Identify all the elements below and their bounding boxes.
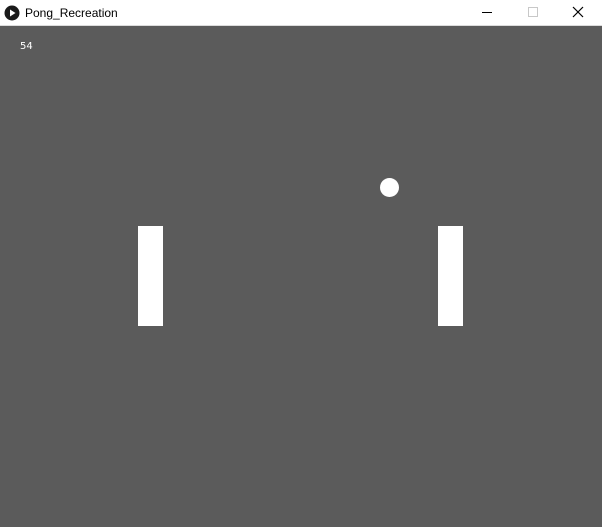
score-counter: 54 xyxy=(20,41,33,52)
maximize-icon xyxy=(528,7,538,17)
right-paddle xyxy=(438,226,463,326)
title-bar[interactable]: Pong_Recreation xyxy=(0,0,602,26)
game-canvas[interactable]: 54 xyxy=(0,26,602,527)
left-paddle xyxy=(138,226,163,326)
processing-play-icon xyxy=(4,5,20,21)
close-icon xyxy=(572,6,584,18)
window-title: Pong_Recreation xyxy=(25,6,118,20)
ball xyxy=(380,178,399,197)
app-window: Pong_Recreation 54 xyxy=(0,0,602,527)
maximize-button[interactable] xyxy=(510,0,556,25)
minimize-button[interactable] xyxy=(464,0,510,25)
minimize-icon xyxy=(482,12,492,13)
close-button[interactable] xyxy=(556,0,602,25)
